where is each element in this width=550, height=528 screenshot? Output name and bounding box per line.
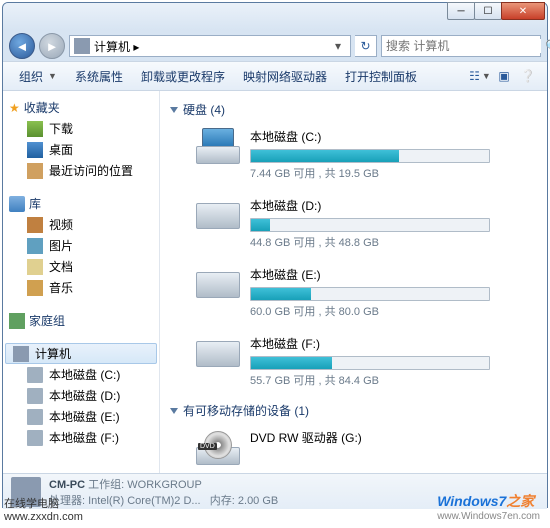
dvd-drive-icon: DVD bbox=[196, 429, 240, 465]
homegroup-icon bbox=[9, 313, 25, 329]
usage-bar bbox=[250, 287, 490, 301]
harddrives-group-header[interactable]: 硬盘 (4) bbox=[170, 97, 537, 122]
address-dropdown-icon[interactable]: ▾ bbox=[330, 39, 346, 53]
watermark-right: Windows7之家 www.Windows7en.com bbox=[437, 491, 540, 522]
sidebar-item-music[interactable]: 音乐 bbox=[5, 277, 157, 298]
drive-icon bbox=[27, 409, 43, 425]
uninstall-programs-button[interactable]: 卸载或更改程序 bbox=[133, 65, 233, 88]
search-box[interactable]: 🔍 bbox=[381, 35, 541, 57]
sidebar-item-documents[interactable]: 文档 bbox=[5, 256, 157, 277]
open-control-panel-button[interactable]: 打开控制面板 bbox=[337, 65, 425, 88]
usage-fill bbox=[251, 288, 311, 300]
drive-stats: 60.0 GB 可用 , 共 80.0 GB bbox=[250, 303, 490, 319]
sidebar-item-drive-d[interactable]: 本地磁盘 (D:) bbox=[5, 385, 157, 406]
usage-bar bbox=[250, 149, 490, 163]
back-button[interactable]: ◄ bbox=[9, 33, 35, 59]
drive-stats: 7.44 GB 可用 , 共 19.5 GB bbox=[250, 165, 490, 181]
drive-label: 本地磁盘 (C:) bbox=[250, 128, 490, 147]
hdd-icon bbox=[196, 266, 240, 302]
video-icon bbox=[27, 217, 43, 233]
recent-icon bbox=[27, 163, 43, 179]
document-icon bbox=[27, 259, 43, 275]
drive-icon bbox=[27, 430, 43, 446]
search-icon: 🔍 bbox=[545, 39, 550, 53]
address-bar-row: ◄ ► 计算机 ▸ ▾ ↻ 🔍 bbox=[3, 31, 547, 61]
watermark-left: 在线学电脑www.zxxdn.com bbox=[4, 498, 83, 524]
hdd-icon bbox=[196, 197, 240, 233]
drive-label: 本地磁盘 (D:) bbox=[250, 197, 490, 216]
drive-stats: 44.8 GB 可用 , 共 48.8 GB bbox=[250, 234, 490, 250]
usage-bar bbox=[250, 218, 490, 232]
cpu-value: Intel(R) Core(TM)2 D... bbox=[88, 495, 200, 507]
drive-e[interactable]: 本地磁盘 (E:) 60.0 GB 可用 , 共 80.0 GB bbox=[170, 260, 537, 329]
drive-c[interactable]: 本地磁盘 (C:) 7.44 GB 可用 , 共 19.5 GB bbox=[170, 122, 537, 191]
picture-icon bbox=[27, 238, 43, 254]
desktop-icon bbox=[27, 142, 43, 158]
close-button[interactable]: ✕ bbox=[501, 2, 545, 20]
sidebar-item-drive-f[interactable]: 本地磁盘 (F:) bbox=[5, 427, 157, 448]
removable-group-header[interactable]: 有可移动存储的设备 (1) bbox=[170, 398, 537, 423]
navigation-pane: ★收藏夹 下载 桌面 最近访问的位置 库 视频 图片 文档 音乐 家庭组 计算机… bbox=[3, 91, 160, 473]
drive-d[interactable]: 本地磁盘 (D:) 44.8 GB 可用 , 共 48.8 GB bbox=[170, 191, 537, 260]
drive-label: 本地磁盘 (F:) bbox=[250, 335, 490, 354]
drive-icon bbox=[27, 367, 43, 383]
usage-fill bbox=[251, 219, 270, 231]
usage-bar bbox=[250, 356, 490, 370]
drive-dvd[interactable]: DVD DVD RW 驱动器 (G:) bbox=[170, 423, 537, 473]
organize-menu[interactable]: 组织▼ bbox=[11, 65, 65, 88]
sidebar-item-desktop[interactable]: 桌面 bbox=[5, 139, 157, 160]
usage-fill bbox=[251, 357, 332, 369]
libraries-header[interactable]: 库 bbox=[5, 193, 157, 214]
computer-name: CM-PC bbox=[49, 479, 85, 491]
library-icon bbox=[9, 196, 25, 212]
main-pane: 硬盘 (4) 本地磁盘 (C:) 7.44 GB 可用 , 共 19.5 GB … bbox=[160, 91, 547, 473]
help-icon[interactable]: ❔ bbox=[517, 65, 539, 87]
sidebar-item-drive-c[interactable]: 本地磁盘 (C:) bbox=[5, 364, 157, 385]
collapse-icon bbox=[170, 107, 178, 113]
sidebar-item-pictures[interactable]: 图片 bbox=[5, 235, 157, 256]
system-drive-icon bbox=[196, 128, 240, 164]
sidebar-item-drive-e[interactable]: 本地磁盘 (E:) bbox=[5, 406, 157, 427]
system-properties-button[interactable]: 系统属性 bbox=[67, 65, 131, 88]
music-icon bbox=[27, 280, 43, 296]
view-menu-icon[interactable]: ☷▼ bbox=[469, 65, 491, 87]
sidebar-item-recent[interactable]: 最近访问的位置 bbox=[5, 160, 157, 181]
forward-button[interactable]: ► bbox=[39, 33, 65, 59]
star-icon: ★ bbox=[9, 101, 20, 115]
sidebar-item-computer[interactable]: 计算机 bbox=[5, 343, 157, 364]
explorer-window: ─ ☐ ✕ ◄ ► 计算机 ▸ ▾ ↻ 🔍 组织▼ 系统属性 卸载或更改程序 映… bbox=[2, 2, 548, 508]
favorites-header[interactable]: ★收藏夹 bbox=[5, 97, 157, 118]
preview-pane-icon[interactable]: ▣ bbox=[493, 65, 515, 87]
drive-stats: 55.7 GB 可用 , 共 84.4 GB bbox=[250, 372, 490, 388]
usage-fill bbox=[251, 150, 399, 162]
sidebar-item-videos[interactable]: 视频 bbox=[5, 214, 157, 235]
drive-icon bbox=[27, 388, 43, 404]
address-path: 计算机 ▸ bbox=[94, 38, 326, 55]
minimize-button[interactable]: ─ bbox=[447, 2, 475, 20]
download-icon bbox=[27, 121, 43, 137]
hdd-icon bbox=[196, 335, 240, 371]
workgroup-value: WORKGROUP bbox=[127, 479, 202, 491]
homegroup-header[interactable]: 家庭组 bbox=[5, 310, 157, 331]
address-bar[interactable]: 计算机 ▸ ▾ bbox=[69, 35, 351, 57]
map-network-drive-button[interactable]: 映射网络驱动器 bbox=[235, 65, 335, 88]
titlebar: ─ ☐ ✕ bbox=[3, 3, 547, 31]
drive-label: DVD RW 驱动器 (G:) bbox=[250, 429, 490, 448]
collapse-icon bbox=[170, 408, 178, 414]
drive-f[interactable]: 本地磁盘 (F:) 55.7 GB 可用 , 共 84.4 GB bbox=[170, 329, 537, 398]
memory-value: 2.00 GB bbox=[238, 495, 278, 507]
computer-icon bbox=[74, 38, 90, 54]
drive-label: 本地磁盘 (E:) bbox=[250, 266, 490, 285]
maximize-button[interactable]: ☐ bbox=[474, 2, 502, 20]
toolbar: 组织▼ 系统属性 卸载或更改程序 映射网络驱动器 打开控制面板 ☷▼ ▣ ❔ bbox=[3, 61, 547, 91]
sidebar-item-downloads[interactable]: 下载 bbox=[5, 118, 157, 139]
refresh-button[interactable]: ↻ bbox=[355, 35, 377, 57]
computer-icon bbox=[13, 346, 29, 362]
search-input[interactable] bbox=[386, 39, 541, 53]
